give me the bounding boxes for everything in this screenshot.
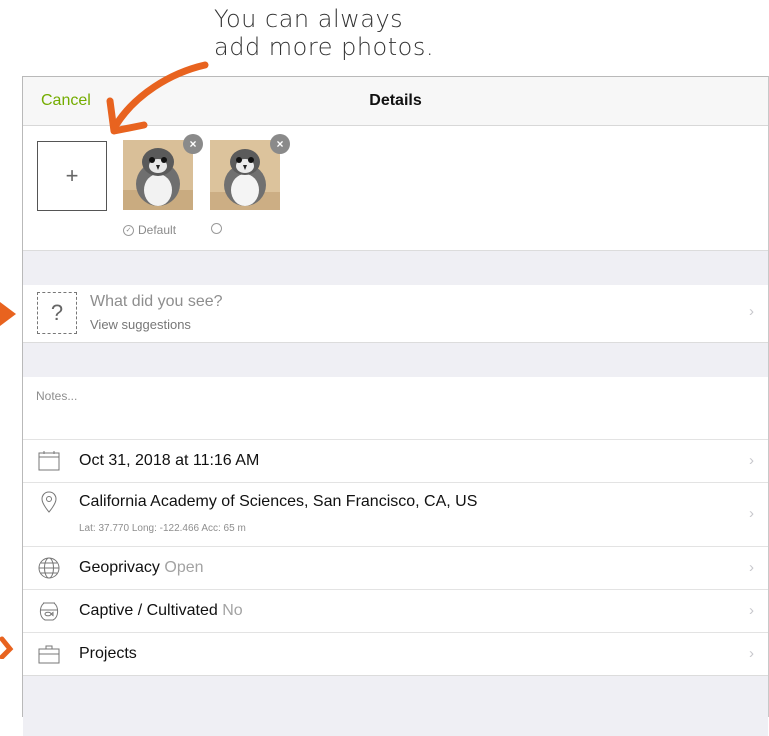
notes-field[interactable]: Notes... [23, 377, 768, 439]
geoprivacy-value: Open [164, 559, 204, 576]
chevron-right-icon: › [749, 303, 754, 320]
location-row[interactable]: California Academy of Sciences, San Fran… [23, 482, 768, 546]
chevron-right-icon: › [749, 559, 754, 576]
captive-value: No [222, 602, 243, 619]
unknown-species-icon: ? [37, 292, 77, 334]
plus-icon: + [65, 163, 79, 188]
chevron-right-icon: › [749, 452, 754, 469]
annotation-line-1: You can always [214, 5, 404, 33]
add-photo-button[interactable]: + [37, 141, 107, 211]
default-label: Default [138, 223, 177, 237]
briefcase-icon [38, 645, 60, 664]
location-pin-icon [41, 491, 57, 513]
projects-row[interactable]: Projects › [23, 632, 768, 676]
geoprivacy-title: Geoprivacy [79, 559, 160, 576]
annotation-line-2: add more photos. [214, 33, 434, 61]
species-title: What did you see? [90, 293, 223, 310]
annotation-text: You can always add more photos. [214, 5, 434, 61]
details-screen: Cancel Details + × ✓ Default × ? What di… [22, 76, 769, 736]
checkmark-icon: ✓ [123, 224, 134, 236]
penguin-photo [123, 140, 193, 210]
section-divider [23, 342, 768, 378]
view-suggestions-link: View suggestions [90, 317, 191, 332]
fishbowl-icon [39, 602, 59, 621]
bottom-spacer [23, 675, 768, 736]
chevron-right-icon: › [749, 602, 754, 619]
notes-placeholder: Notes... [36, 389, 78, 403]
default-photo-radio[interactable]: ✓ Default [123, 223, 176, 237]
location-coordinates: Lat: 37.770 Long: -122.466 Acc: 65 m [79, 523, 246, 534]
remove-photo-2-button[interactable]: × [270, 134, 290, 154]
radio-icon [211, 223, 222, 234]
photo-thumbnail-2[interactable]: × [210, 134, 290, 210]
captive-title: Captive / Cultivated [79, 602, 218, 619]
captive-label: Captive / Cultivated No [79, 602, 243, 620]
set-default-radio-2[interactable] [211, 223, 222, 234]
captive-row[interactable]: Captive / Cultivated No › [23, 589, 768, 632]
location-label: California Academy of Sciences, San Fran… [79, 493, 478, 510]
photo-strip: + × ✓ Default × [23, 126, 768, 250]
calendar-icon [38, 451, 60, 471]
annotation-arrow-icon [0, 302, 16, 326]
annotation-arrow-icon [0, 636, 14, 659]
date-row[interactable]: Oct 31, 2018 at 11:16 AM › [23, 439, 768, 482]
geoprivacy-label: Geoprivacy Open [79, 559, 204, 577]
chevron-right-icon: › [749, 645, 754, 662]
chevron-right-icon: › [749, 505, 754, 522]
date-label: Oct 31, 2018 at 11:16 AM [79, 452, 260, 469]
geoprivacy-row[interactable]: Geoprivacy Open › [23, 546, 768, 589]
annotation-arrow-icon [106, 61, 209, 135]
section-divider [23, 250, 768, 286]
species-selector[interactable]: ? What did you see? View suggestions › [23, 285, 768, 341]
penguin-photo [210, 140, 280, 210]
globe-icon [38, 557, 60, 579]
photo-thumbnail-1[interactable]: × [123, 134, 203, 210]
projects-label: Projects [79, 645, 137, 662]
